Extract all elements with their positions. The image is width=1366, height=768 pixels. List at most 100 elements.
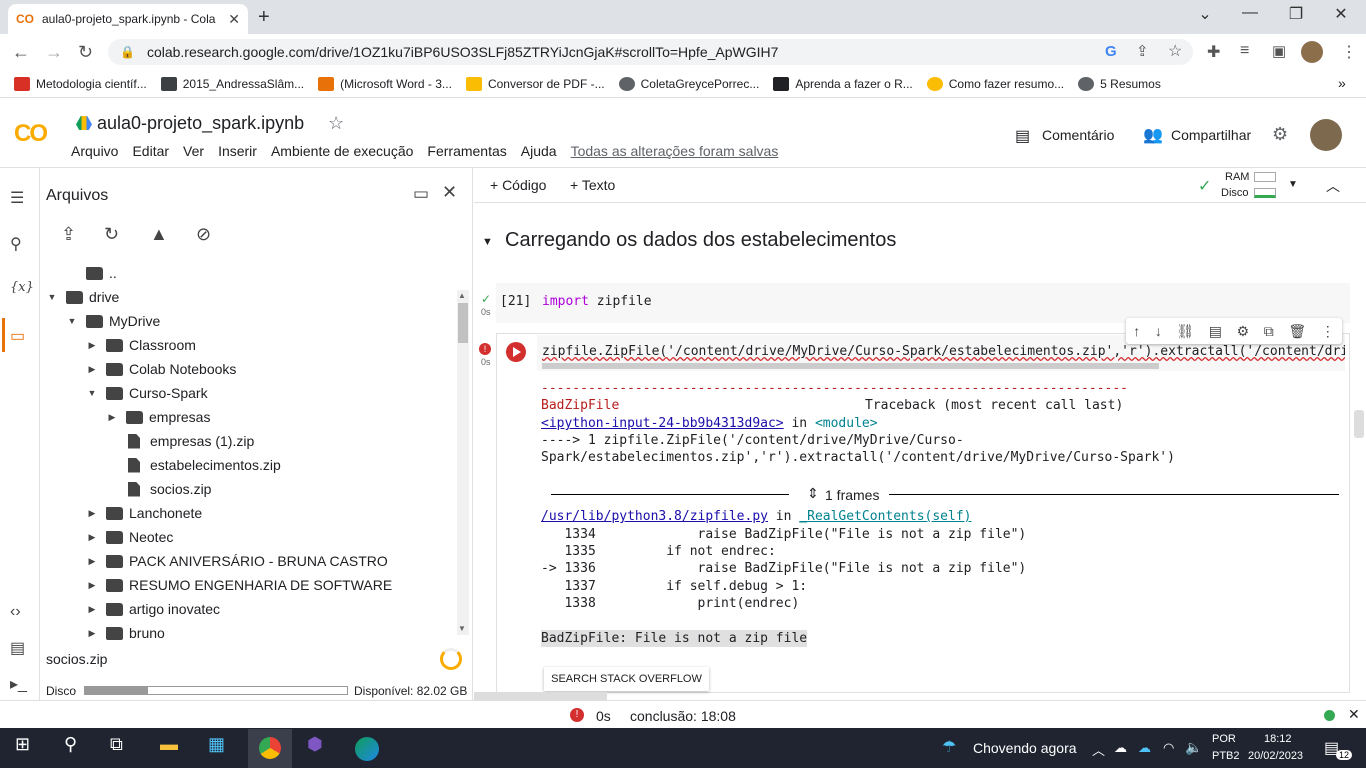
search-taskbar-icon[interactable]: ⚲ [64,734,77,755]
settings-gear-icon[interactable]: ⚙ [1272,124,1288,145]
bookmark-item[interactable]: Aprenda a fazer o R... [773,76,913,91]
ram-label[interactable]: RAM [1225,171,1249,183]
collapsed-arrow-icon[interactable]: ▶ [86,532,98,543]
tree-item[interactable]: socios.zip [106,477,211,501]
runtime-dropdown-icon[interactable]: ▼ [1288,179,1298,190]
tree-item[interactable]: ▶ bruno [86,621,165,645]
volume-icon[interactable]: 🔈 [1185,739,1202,756]
google-icon[interactable]: G [1105,43,1117,60]
new-tab-icon[interactable]: + [258,6,270,29]
tree-item[interactable]: ▶ Colab Notebooks [86,357,237,381]
weather-icon[interactable]: ☂ [942,737,956,757]
tray-chevron-icon[interactable]: ︿ [1092,740,1105,759]
bookmark-star-icon[interactable]: ☆ [1168,41,1182,61]
tree-item[interactable]: ▼ MyDrive [66,309,161,333]
tree-item[interactable]: ▶ Neotec [86,525,174,549]
upload-icon[interactable]: ⇪ [61,224,76,245]
search-icon[interactable]: ⚲ [10,234,22,254]
run-cell-button[interactable] [506,342,526,362]
more-menu-icon[interactable]: ⋮ [1341,42,1357,62]
tree-item[interactable]: ▼ Curso-Spark [86,381,208,405]
folder-icon[interactable]: ▭ [10,326,25,346]
tree-item[interactable]: ▶ Classroom [86,333,196,357]
chrome-icon[interactable] [259,737,281,759]
func-name[interactable]: _RealGetContents(self) [799,509,971,524]
comment-button[interactable]: Comentário [1042,127,1114,143]
browser-tab[interactable]: CO aula0-projeto_spark.ipynb - Cola ✕ [8,4,248,34]
file-link[interactable]: /usr/lib/python3.8/zipfile.py [541,509,768,524]
cloud-icon[interactable]: ☁ [1114,740,1127,756]
wifi-icon[interactable]: ◠ [1163,740,1174,756]
collapsed-arrow-icon[interactable]: ▶ [106,412,118,423]
bookmark-item[interactable]: 5 Resumos [1078,76,1161,91]
code-line[interactable]: import zipfile [542,294,652,309]
minimize-icon[interactable]: — [1230,4,1270,22]
tree-scrollbar-thumb[interactable] [458,303,468,343]
collapsed-arrow-icon[interactable]: ▶ [86,556,98,567]
close-pane-icon[interactable]: ✕ [442,182,457,203]
bookmark-item[interactable]: 2015_AndressaSlâm... [160,76,304,91]
mirror-cell-icon[interactable]: ⧉ [1264,323,1274,340]
reload-icon[interactable]: ↻ [78,42,93,63]
tree-item[interactable]: ▶ artigo inovatec [86,597,221,621]
toc-icon[interactable]: ☰ [10,188,24,208]
expand-frames-icon[interactable]: ⇕ [807,485,819,502]
lang-bottom[interactable]: PTB2 [1212,750,1240,762]
bookmarks-more-icon[interactable]: » [1338,75,1346,91]
bookmark-item[interactable]: Como fazer resumo... [926,76,1064,91]
open-tab-icon[interactable]: ▭ [413,184,429,204]
link-icon[interactable]: ⛓ [1176,323,1194,340]
search-stack-overflow-button[interactable]: SEARCH STACK OVERFLOW [544,667,709,691]
status-close-icon[interactable]: ✕ [1348,706,1360,723]
tab-search-icon[interactable]: ⌄ [1185,4,1225,24]
edge-icon[interactable] [355,737,379,761]
menu-inserir[interactable]: Inserir [218,143,257,159]
tree-item[interactable]: empresas (1).zip [106,429,254,453]
move-down-icon[interactable]: ↓ [1155,323,1162,339]
notebook-title[interactable]: aula0-projeto_spark.ipynb [97,113,304,134]
command-palette-icon[interactable]: ▤ [10,638,25,658]
menu-ambiente[interactable]: Ambiente de execução [271,143,413,159]
collapsed-arrow-icon[interactable]: ▶ [86,508,98,519]
more-icon[interactable]: ⋮ [1321,323,1335,340]
tree-item[interactable]: ▶ RESUMO ENGENHARIA DE SOFTWARE [86,573,393,597]
mount-drive-icon[interactable]: ▲ [150,224,168,245]
close-window-icon[interactable]: ✕ [1321,4,1361,24]
variables-icon[interactable]: {x} [10,280,34,295]
scroll-down-icon[interactable]: ▼ [458,624,466,633]
start-icon[interactable]: ⊞ [15,734,30,755]
code-snippets-icon[interactable]: ‹› [10,603,21,621]
expanded-arrow-icon[interactable]: ▼ [46,292,58,302]
horizontal-scrollbar[interactable] [542,363,1159,369]
disk-res-label[interactable]: Disco [1221,187,1249,199]
onedrive-icon[interactable]: ☁ [1138,740,1151,756]
share-page-icon[interactable]: ⇪ [1136,42,1149,60]
menu-ferramentas[interactable]: Ferramentas [427,143,506,159]
back-icon[interactable]: ← [12,42,30,63]
expanded-arrow-icon[interactable]: ▼ [66,316,78,326]
file-explorer-icon[interactable]: ▬ [160,734,178,755]
terminal-icon[interactable]: ▸_ [10,674,27,694]
collapsed-arrow-icon[interactable]: ▶ [86,628,98,639]
store-icon[interactable]: ▦ [208,734,225,755]
saved-status[interactable]: Todas as alterações foram salvas [571,143,779,159]
notebook-hscrollbar[interactable] [474,692,607,700]
scroll-up-icon[interactable]: ▲ [458,291,466,300]
add-code-button[interactable]: + Código [490,177,546,193]
weather-text[interactable]: Chovendo agora [973,740,1077,756]
sidepanel-icon[interactable]: ▣ [1272,42,1286,60]
collapsed-arrow-icon[interactable]: ▶ [86,364,98,375]
menu-ver[interactable]: Ver [183,143,204,159]
delete-icon[interactable]: 🗑 [1288,323,1306,340]
add-text-button[interactable]: + Texto [570,177,615,193]
tree-item[interactable]: ▼ drive [46,285,120,309]
tree-item[interactable]: ▶ PACK ANIVERSÁRIO - BRUNA CASTRO [86,549,388,573]
tree-item[interactable]: ▶ Lanchonete [86,501,203,525]
section-collapse-icon[interactable]: ▼ [482,236,493,248]
move-up-icon[interactable]: ↑ [1133,323,1140,339]
bookmark-item[interactable]: Metodologia científ... [14,76,147,91]
restore-icon[interactable]: ❐ [1276,4,1316,24]
user-avatar[interactable] [1310,119,1342,151]
profile-avatar[interactable] [1301,41,1323,63]
expanded-arrow-icon[interactable]: ▼ [86,388,98,398]
